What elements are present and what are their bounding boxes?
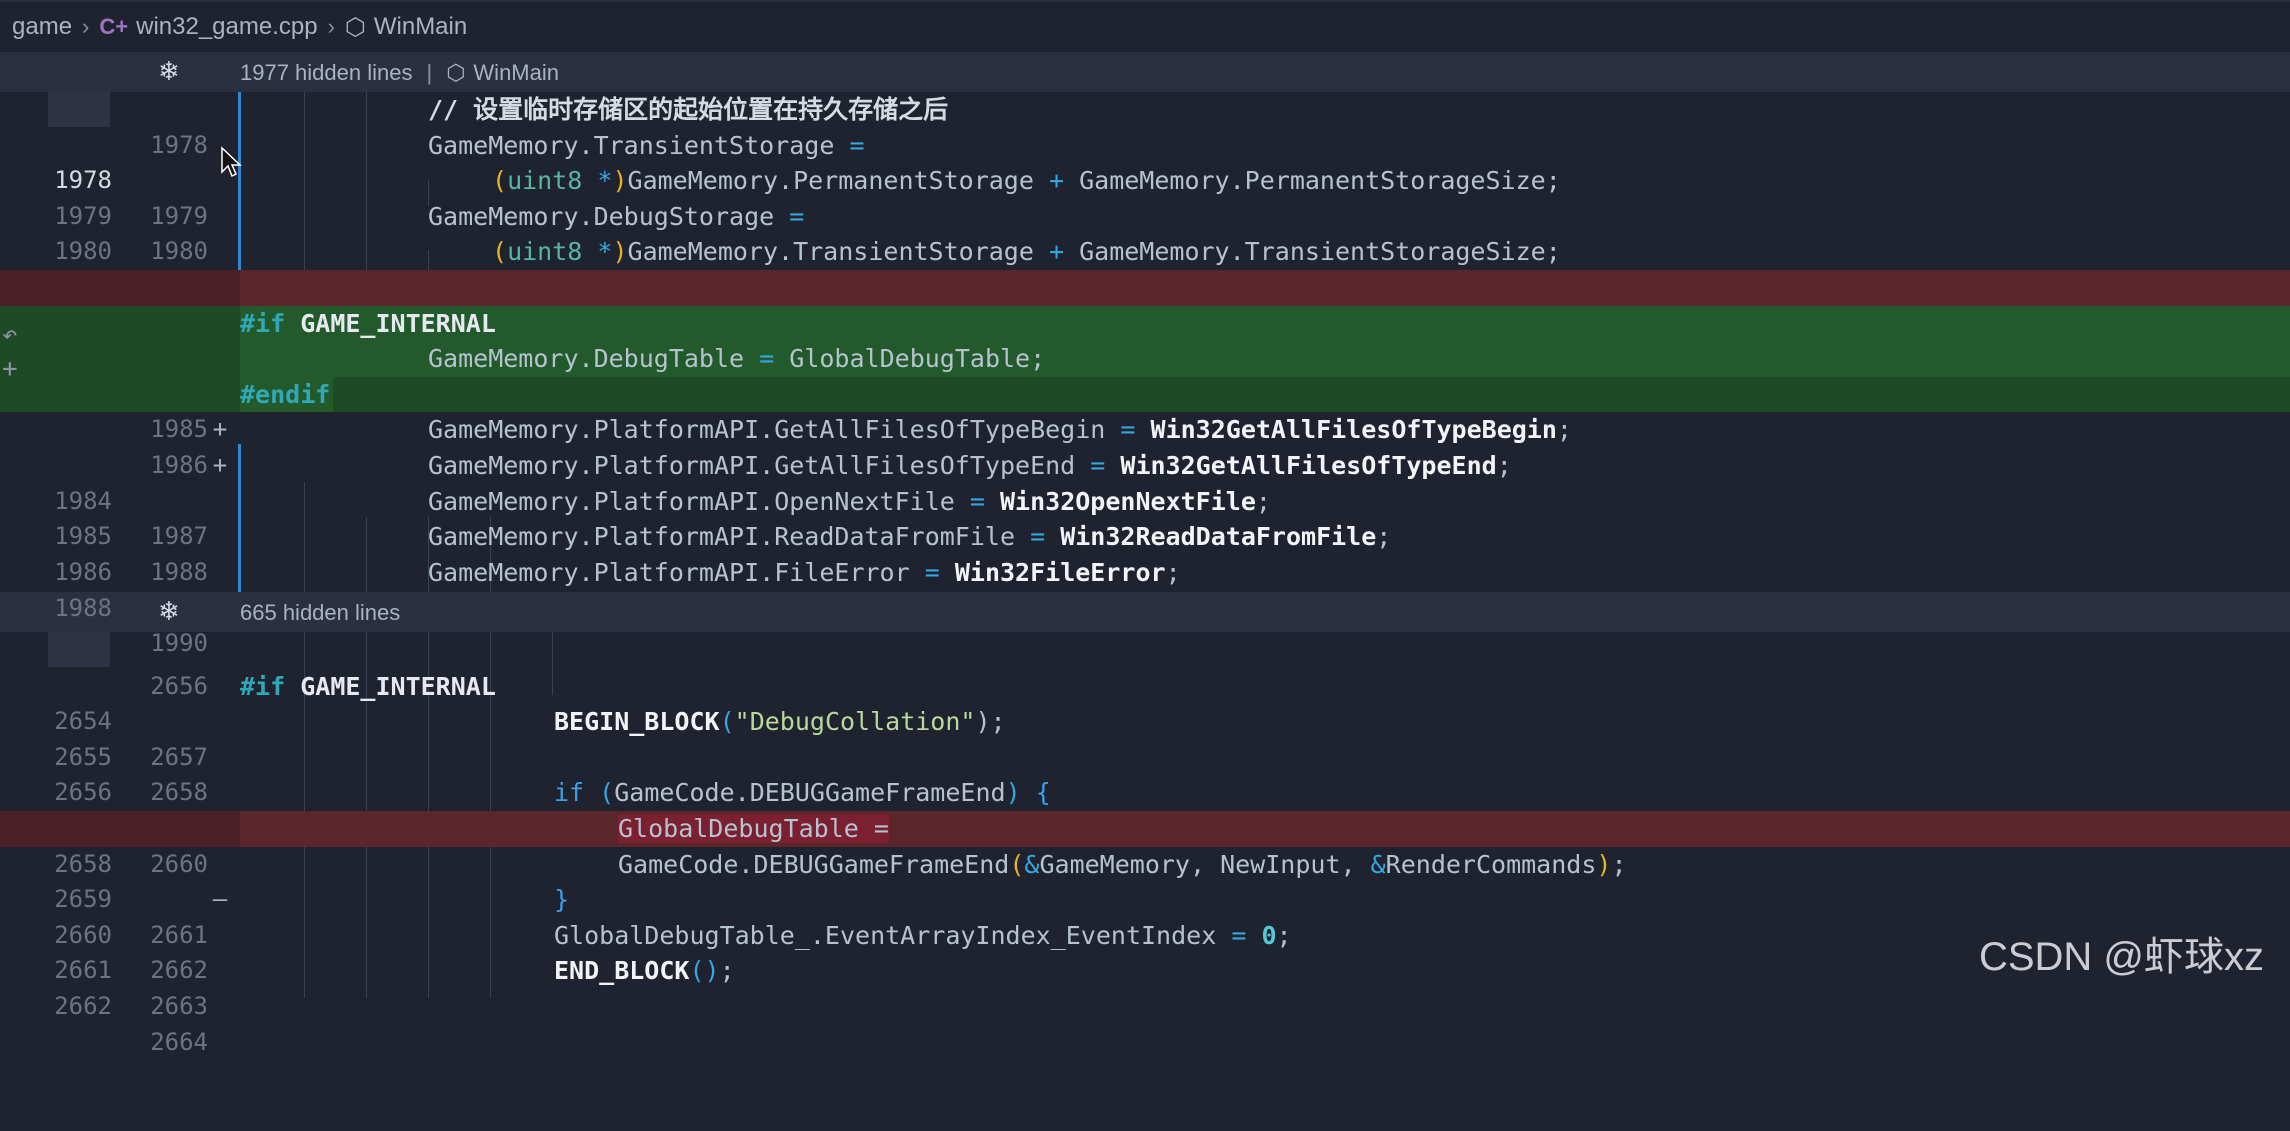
diff-editor[interactable]: ❄ 1977 hidden lines | ⬡ WinMain 1978 // 设置临… [0, 52, 2290, 1056]
breadcrumb-folder[interactable]: game [12, 13, 72, 41]
code-line[interactable]: 2656 2659 [0, 740, 2290, 842]
symbol-method-icon: ⬡ [344, 13, 366, 41]
code-line[interactable]: 2654 2657 #if GAME_INTERNAL [0, 669, 2290, 771]
hidden-lines-bar[interactable]: 1988 ❄ 665 hidden lines [0, 592, 2290, 632]
deleted-line[interactable]: 2658 — GlobalDebugTable = [0, 811, 2290, 913]
code-line[interactable]: 1978 // 设置临时存储区的起始位置在持久存储之后 [0, 92, 2290, 159]
code-line[interactable]: 1980 1981 GameMemory.DebugStorage = [0, 199, 2290, 301]
hidden-lines-symbol: WinMain [473, 60, 559, 85]
code-line[interactable]: 2656 [0, 633, 2290, 700]
hidden-lines-bar[interactable]: ❄ 1977 hidden lines | ⬡ WinMain [0, 52, 2290, 92]
code-line[interactable]: 2655 2658 BEGIN_BLOCK("DebugCollation"); [0, 704, 2290, 806]
stage-plus-icon[interactable]: + [2, 354, 18, 384]
added-line[interactable]: 1983 1983 + #if GAME_INTERNAL [0, 305, 2290, 443]
added-line[interactable]: 1985 + #endif [0, 376, 2290, 479]
code-line[interactable]: 1979 1980 (uint8 *)GameMemory.PermanentS… [0, 163, 2290, 265]
symbol-method-icon: ⬡ [446, 60, 466, 85]
code-line[interactable]: 2661 2663 GlobalDebugTable_.EventArrayIn… [0, 918, 2290, 1020]
code-line[interactable]: 2657 2660 if (GameCode.DEBUGGameFrameEnd… [0, 775, 2290, 877]
expand-lines-icon[interactable]: ❄ [158, 56, 180, 87]
chevron-right-icon: › [327, 14, 335, 39]
breadcrumb: game › C+ win32_game.cpp › ⬡ WinMain [0, 0, 2290, 52]
code-line[interactable]: 1986 GameMemory.PlatformAPI.GetAllFilesO… [0, 412, 2290, 479]
code-line[interactable]: 2662 2664 END_BLOCK(); [0, 953, 2290, 1055]
code-line[interactable]: 1981 1982 (uint8 *)GameMemory.TransientS… [0, 234, 2290, 336]
code-line[interactable]: 1978 1979 GameMemory.TransientStorage = [0, 128, 2290, 230]
cpp-file-icon: C+ [99, 14, 129, 39]
added-line[interactable]: 1984 + GameMemory.DebugTable = GlobalDeb… [0, 341, 2290, 443]
code-line[interactable]: 1987 1990 GameMemory.PlatformAPI.FileErr… [0, 555, 2290, 657]
hidden-lines-count: 1977 hidden lines [240, 60, 413, 85]
expand-lines-icon[interactable]: ❄ [158, 596, 180, 627]
chevron-right-icon: › [82, 14, 90, 39]
mouse-cursor-icon [221, 146, 242, 178]
hidden-lines-count: 665 hidden lines [240, 600, 401, 625]
code-line[interactable]: 2659 2661 GameCode.DEBUGGameFrameEnd(&Ga… [0, 847, 2290, 949]
code-line[interactable]: 2660 2662 } [0, 882, 2290, 984]
code-line[interactable]: 1984 1987 GameMemory.PlatformAPI.GetAllF… [0, 448, 2290, 550]
code-line[interactable]: 1985 1988 GameMemory.PlatformAPI.OpenNex… [0, 484, 2290, 586]
breadcrumb-file[interactable]: win32_game.cpp [136, 13, 317, 41]
watermark: CSDN @虾球xz [1978, 935, 2264, 979]
deleted-line[interactable]: 1982 — [0, 270, 2290, 372]
code-line[interactable]: 1986 1989 GameMemory.PlatformAPI.ReadDat… [0, 519, 2290, 621]
breadcrumb-symbol[interactable]: WinMain [374, 13, 467, 41]
revert-icon[interactable]: ↶ [2, 320, 18, 350]
